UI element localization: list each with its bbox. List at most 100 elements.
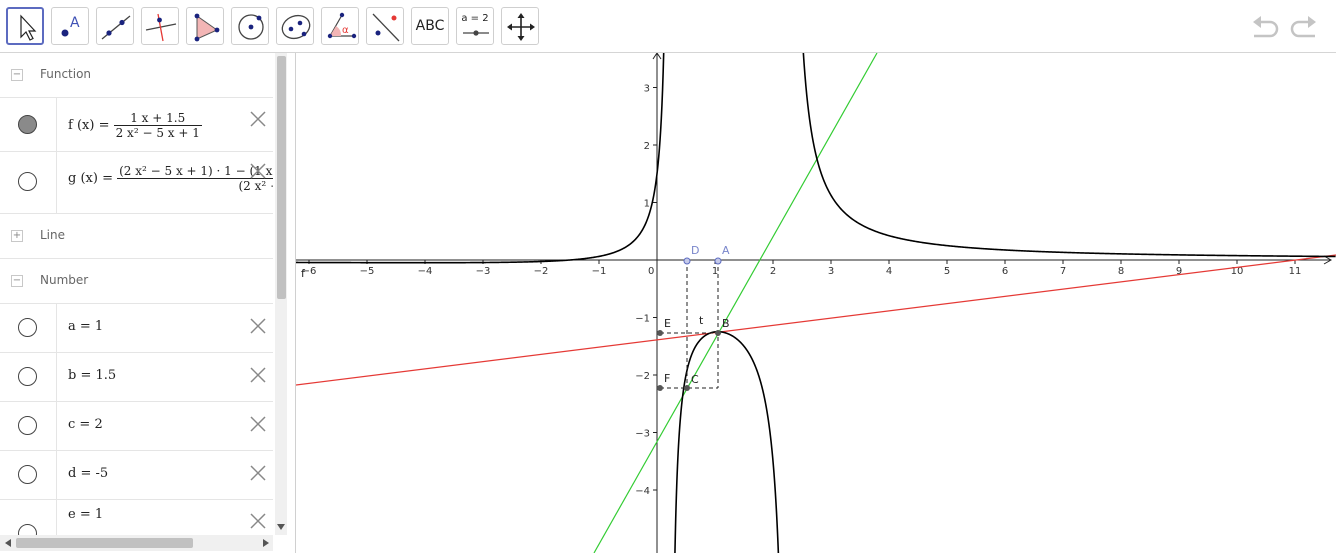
- category-label: Function: [40, 67, 92, 81]
- row-divider: [56, 98, 57, 151]
- angle-icon: α: [327, 12, 357, 39]
- graphics-view[interactable]: −6 −5 −4 −3 −2 −1 0 1 2 3 4 5 6 7 8 9 10 11 3 2 1 −1 −2 −3 −4 f…: [296, 53, 1336, 553]
- point-d[interactable]: [683, 257, 691, 265]
- algebra-row-g[interactable]: g (x) = (2 x² − 5 x + 1) · 1 − (1 x + 1.…: [0, 152, 273, 214]
- point-c[interactable]: [684, 385, 690, 391]
- move-tool-button[interactable]: [6, 7, 44, 45]
- fraction: 1 x + 1.5 2 x² − 5 x + 1: [113, 111, 202, 140]
- y-tick-label: −1: [635, 314, 650, 325]
- algebra-row-f[interactable]: f (x) = 1 x + 1.5 2 x² − 5 x + 1: [0, 98, 273, 152]
- undo-icon[interactable]: [1250, 12, 1282, 42]
- cursor-arrow-icon: [20, 14, 37, 41]
- function-f-definition[interactable]: f (x) = 1 x + 1.5 2 x² − 5 x + 1: [68, 111, 202, 140]
- text-tool-button[interactable]: ABC: [411, 7, 449, 45]
- visibility-toggle[interactable]: [18, 367, 37, 386]
- function-f-curve[interactable]: [296, 53, 1336, 553]
- point-f[interactable]: [657, 385, 663, 391]
- function-name: g (x): [68, 171, 98, 186]
- x-tick-label: 7: [1060, 266, 1066, 277]
- perpendicular-line-tool-button[interactable]: [141, 7, 179, 45]
- row-divider: [56, 353, 57, 401]
- slider-tool-button[interactable]: a = 2: [456, 7, 494, 45]
- collapse-toggle-icon[interactable]: −: [11, 69, 23, 81]
- close-icon[interactable]: [249, 162, 267, 180]
- label-b: B: [722, 317, 730, 330]
- svg-text:α: α: [342, 25, 349, 36]
- ellipse-tool-button[interactable]: [276, 7, 314, 45]
- move-graphics-view-tool-button[interactable]: [501, 7, 539, 45]
- function-g-definition[interactable]: g (x) = (2 x² − 5 x + 1) · 1 − (1 x + 1.…: [68, 164, 273, 193]
- graphics-canvas[interactable]: −6 −5 −4 −3 −2 −1 0 1 2 3 4 5 6 7 8 9 10 11 321−1−2−3−4 f…: [296, 53, 1336, 553]
- number-e-value[interactable]: e = 1: [68, 507, 103, 522]
- reflect-tool-button[interactable]: [366, 7, 404, 45]
- close-icon[interactable]: [249, 110, 267, 128]
- scroll-left-arrow-icon[interactable]: [3, 538, 13, 548]
- row-divider: [56, 304, 57, 352]
- algebra-row-c[interactable]: c = 2: [0, 402, 273, 451]
- visibility-toggle[interactable]: [18, 115, 37, 134]
- x-tick-label: −5: [360, 266, 375, 277]
- expand-toggle-icon[interactable]: +: [11, 230, 23, 242]
- denominator: 2 x² − 5 x + 1: [115, 126, 200, 140]
- category-label: Number: [40, 273, 89, 287]
- visibility-toggle[interactable]: [18, 465, 37, 484]
- coordinate-axes: [296, 53, 1333, 553]
- close-icon[interactable]: [249, 366, 267, 384]
- visibility-toggle[interactable]: [18, 416, 37, 435]
- x-tick-label: −3: [476, 266, 491, 277]
- x-tick-label: 1: [712, 266, 718, 277]
- line-through-points-icon: [101, 15, 131, 40]
- scroll-down-arrow-icon[interactable]: [276, 522, 286, 532]
- category-line: + Line: [0, 214, 273, 259]
- point-tool-button[interactable]: A: [51, 7, 89, 45]
- x-tick-label: 8: [1118, 266, 1124, 277]
- category-label: Line: [40, 228, 66, 242]
- close-icon[interactable]: [249, 512, 267, 530]
- move-arrows-icon: [507, 13, 535, 41]
- reflect-about-line-icon: [372, 13, 400, 42]
- tangent-line[interactable]: [593, 53, 878, 553]
- vertical-scrollbar-thumb[interactable]: [277, 56, 286, 299]
- svg-text:A: A: [70, 15, 80, 31]
- horizontal-scrollbar-thumb[interactable]: [16, 538, 193, 548]
- equals-sign: =: [102, 171, 113, 186]
- label-d: D: [691, 244, 699, 257]
- number-a-value[interactable]: a = 1: [68, 319, 103, 334]
- number-b-value[interactable]: b = 1.5: [68, 368, 116, 383]
- point-a[interactable]: [714, 257, 722, 265]
- y-tick-label: 2: [644, 141, 650, 152]
- polygon-tool-button[interactable]: [186, 7, 224, 45]
- x-tick-label: 4: [886, 266, 892, 277]
- x-tick-label: 2: [770, 266, 776, 277]
- close-icon[interactable]: [249, 317, 267, 335]
- close-icon[interactable]: [249, 415, 267, 433]
- number-c-value[interactable]: c = 2: [68, 417, 103, 432]
- x-tick-label: −1: [592, 266, 607, 277]
- row-divider: [56, 451, 57, 499]
- numerator: 1 x + 1.5: [113, 111, 202, 126]
- red-line[interactable]: [296, 254, 1336, 386]
- visibility-toggle[interactable]: [18, 318, 37, 337]
- close-icon[interactable]: [249, 464, 267, 482]
- algebra-row-b[interactable]: b = 1.5: [0, 353, 273, 402]
- y-tick-label: −4: [635, 486, 650, 497]
- y-tick-label: −2: [635, 371, 650, 382]
- x-tick-label: 3: [828, 266, 834, 277]
- scroll-right-arrow-icon[interactable]: [261, 538, 271, 548]
- algebra-row-d[interactable]: d = -5: [0, 451, 273, 500]
- circle-tool-button[interactable]: [231, 7, 269, 45]
- number-d-value[interactable]: d = -5: [68, 466, 108, 481]
- algebra-view: − Function f (x) = 1 x + 1.5 2 x² − 5 x …: [0, 53, 296, 553]
- x-tick-label: −2: [534, 266, 549, 277]
- point-b[interactable]: [715, 330, 721, 336]
- row-divider: [56, 152, 57, 213]
- algebra-row-a[interactable]: a = 1: [0, 304, 273, 353]
- collapse-toggle-icon[interactable]: −: [11, 275, 23, 287]
- y-tick-label: 3: [644, 84, 650, 95]
- line-tool-button[interactable]: [96, 7, 134, 45]
- y-axis-ticks: 3 2 1 −1 −2 −3 −4: [635, 84, 657, 497]
- redo-icon[interactable]: [1287, 12, 1319, 42]
- visibility-toggle[interactable]: [18, 172, 37, 191]
- point-e[interactable]: [657, 330, 663, 336]
- angle-tool-button[interactable]: α: [321, 7, 359, 45]
